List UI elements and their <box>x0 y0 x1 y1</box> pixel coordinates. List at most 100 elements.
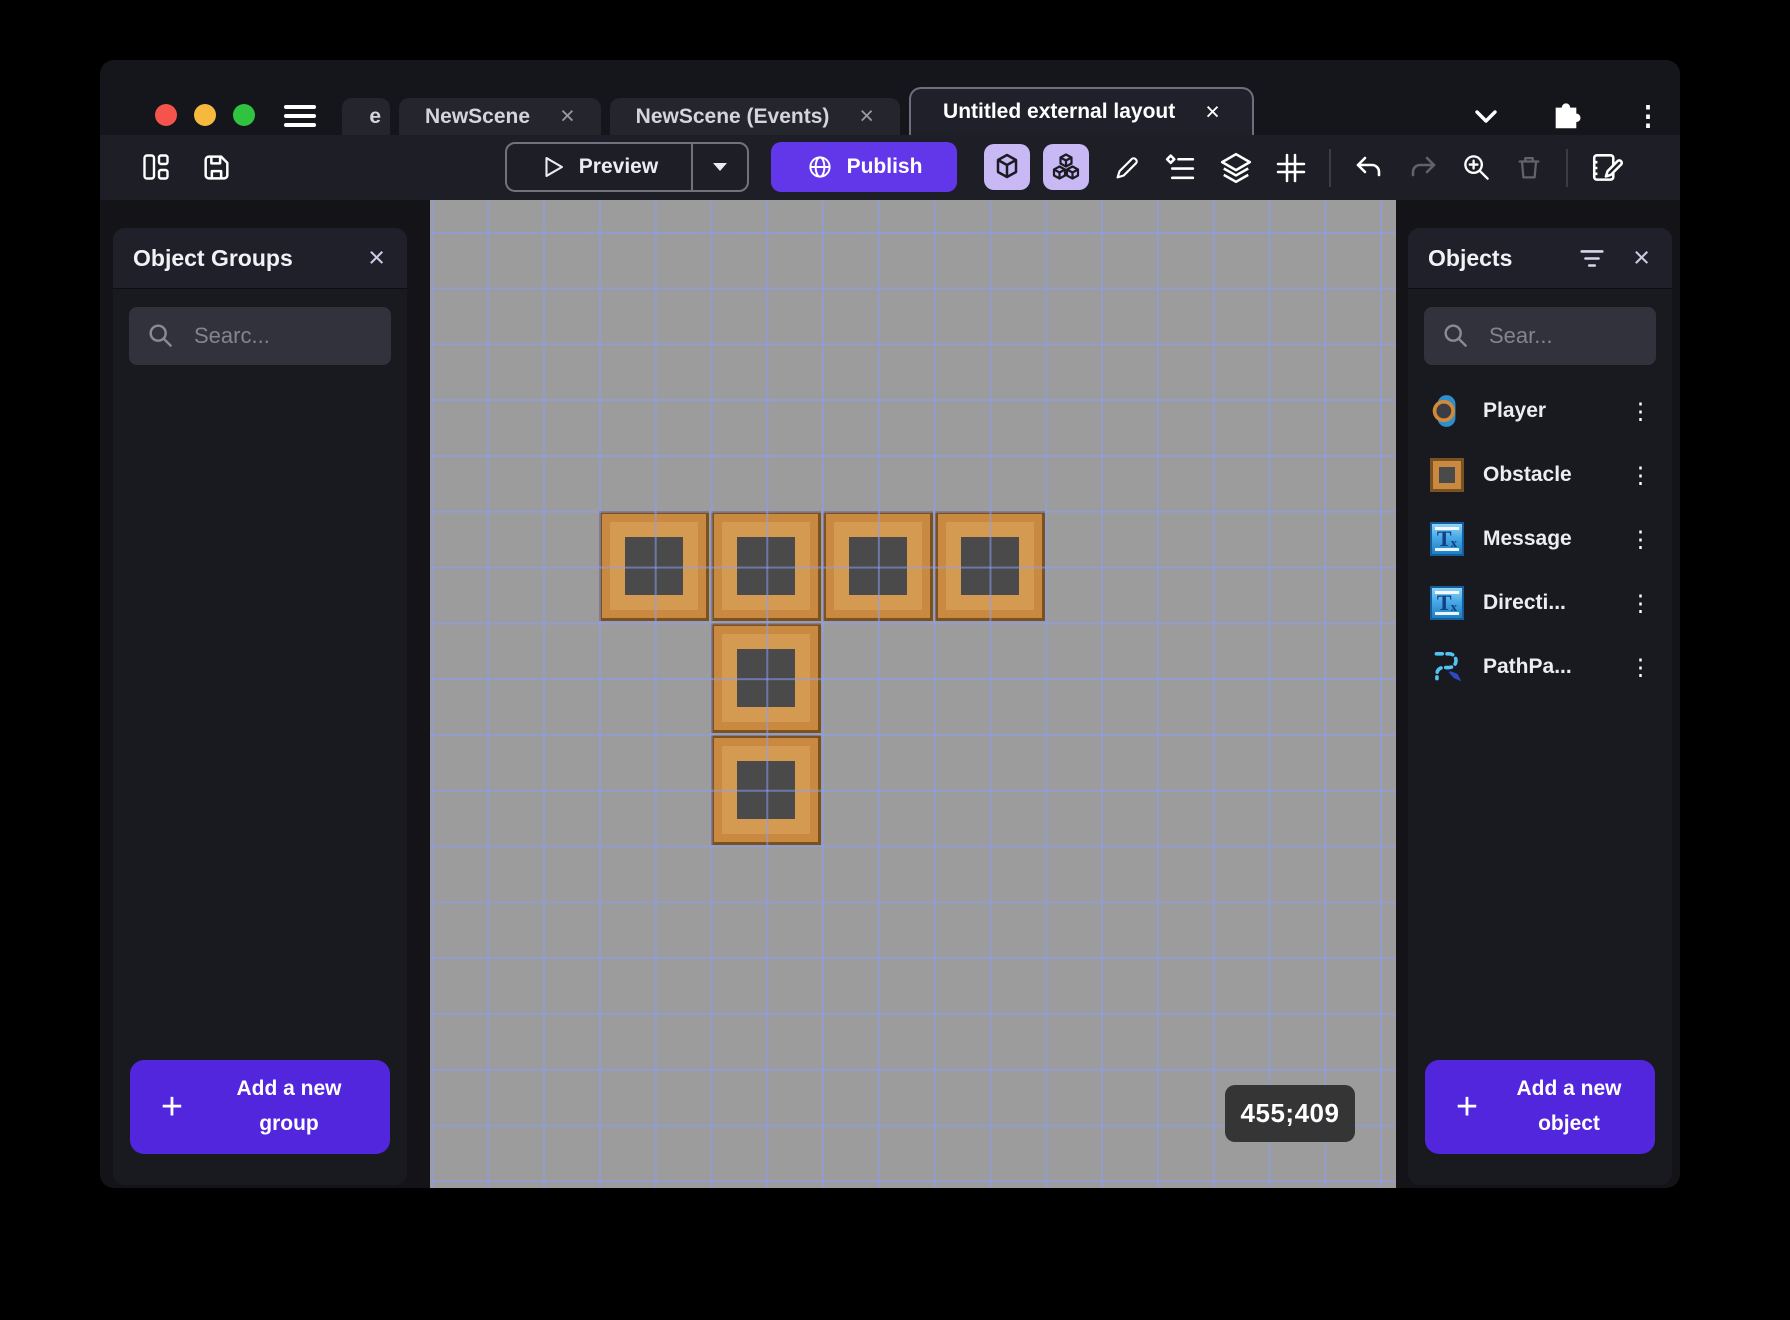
tab-bar: e NewScene × NewScene (Events) × Untitle… <box>342 87 1254 135</box>
delete-trash-icon[interactable] <box>1514 153 1544 183</box>
add-group-label-line1: Add a new <box>236 1077 342 1101</box>
text-object-icon: Tx <box>1430 586 1464 620</box>
save-icon[interactable] <box>200 151 233 184</box>
add-group-label-line2: group <box>259 1112 319 1135</box>
filter-icon[interactable] <box>1577 243 1607 273</box>
redo-icon[interactable] <box>1407 152 1439 184</box>
object-list-item[interactable]: PathPa... ⋮ <box>1408 635 1672 699</box>
object-list-item[interactable]: Tx Message ⋮ <box>1408 507 1672 571</box>
tab-label: NewScene (Events) <box>635 104 830 128</box>
chevron-down-icon[interactable] <box>1470 100 1502 132</box>
cursor-coordinates-badge: 455;409 <box>1225 1085 1355 1142</box>
more-options-kebab-icon[interactable]: ⋮ <box>1632 100 1664 132</box>
cube-icon <box>996 153 1018 179</box>
obstacle-icon <box>1430 458 1464 492</box>
globe-icon <box>808 156 831 178</box>
zoom-in-icon[interactable] <box>1461 152 1492 183</box>
add-object-label-line1: Add a new <box>1516 1077 1622 1101</box>
open-editors-panel-button[interactable] <box>140 151 172 183</box>
tab[interactable]: NewScene (Events) × <box>609 98 901 135</box>
render-mode-toggles <box>984 144 1089 190</box>
object-groups-search[interactable] <box>129 307 391 365</box>
tab-label: e <box>369 104 381 128</box>
obstacle-instance[interactable] <box>711 735 821 845</box>
obstacle-instance[interactable] <box>711 623 821 733</box>
publish-label: Publish <box>846 155 923 178</box>
edit-object-pencil-icon[interactable] <box>1112 153 1142 183</box>
player-icon <box>1432 395 1456 427</box>
object-groups-search-input[interactable] <box>192 322 374 350</box>
search-icon <box>1444 324 1468 348</box>
objects-panel: Objects × Player ⋮ Obstacle ⋮ <box>1408 228 1672 1185</box>
preview-button[interactable]: Preview <box>505 142 749 192</box>
minimize-window-button[interactable] <box>194 104 216 126</box>
add-group-button[interactable]: + Add a new group <box>130 1060 390 1154</box>
tab-label: NewScene <box>425 104 531 128</box>
preview-dropdown-button[interactable] <box>691 144 747 190</box>
objects-search[interactable] <box>1424 307 1656 365</box>
objects-search-input[interactable] <box>1487 322 1639 350</box>
play-icon <box>545 157 563 177</box>
add-object-button[interactable]: + Add a new object <box>1425 1060 1655 1154</box>
edit-scene-properties-icon[interactable] <box>1590 150 1626 186</box>
object-menu-kebab-icon[interactable]: ⋮ <box>1623 590 1658 617</box>
obstacle-instance[interactable] <box>823 511 933 621</box>
object-name: Message <box>1483 527 1572 550</box>
tab-close-icon[interactable]: × <box>859 104 874 129</box>
object-list-item[interactable]: Obstacle ⋮ <box>1408 443 1672 507</box>
object-name: Directi... <box>1483 591 1566 614</box>
object-groups-header: Object Groups × <box>113 228 407 289</box>
title-bar: e NewScene × NewScene (Events) × Untitle… <box>100 60 1680 135</box>
toolbar-divider <box>1566 148 1568 187</box>
objects-title: Objects <box>1428 244 1513 271</box>
object-menu-kebab-icon[interactable]: ⋮ <box>1623 654 1658 681</box>
object-name: Player <box>1483 399 1547 422</box>
objects-header: Objects × <box>1408 228 1672 289</box>
obstacle-instance[interactable] <box>935 511 1045 621</box>
main-menu-icon[interactable] <box>284 105 316 127</box>
object-groups-title: Object Groups <box>133 244 293 271</box>
close-objects-button[interactable]: × <box>1631 243 1652 273</box>
close-window-button[interactable] <box>155 104 177 126</box>
object-menu-kebab-icon[interactable]: ⋮ <box>1623 398 1658 425</box>
canvas-grid <box>430 200 1396 1188</box>
object-menu-kebab-icon[interactable]: ⋮ <box>1623 526 1658 553</box>
object-menu-kebab-icon[interactable]: ⋮ <box>1623 462 1658 489</box>
window-controls <box>155 104 255 126</box>
toolbar-icon-row <box>1112 135 1626 200</box>
objects-footer: + Add a new object <box>1408 1060 1672 1185</box>
close-object-groups-button[interactable]: × <box>366 243 387 273</box>
obstacle-instance[interactable] <box>599 511 709 621</box>
plus-icon: + <box>160 1086 184 1128</box>
preview-button-main[interactable]: Preview <box>507 144 691 190</box>
obstacle-instance[interactable] <box>711 511 821 621</box>
solid-view-toggle[interactable] <box>984 144 1030 190</box>
tab-close-icon[interactable]: × <box>560 104 575 129</box>
toolbar: Preview Publish <box>100 135 1680 200</box>
extensions-puzzle-icon[interactable] <box>1550 100 1582 132</box>
undo-icon[interactable] <box>1353 152 1385 184</box>
object-groups-list <box>113 379 407 1060</box>
layers-icon[interactable] <box>1219 151 1253 185</box>
caret-down-icon <box>713 163 727 171</box>
grid-icon[interactable] <box>1275 152 1307 184</box>
object-list-item[interactable]: Player ⋮ <box>1408 379 1672 443</box>
tab[interactable]: Untitled external layout × <box>909 87 1254 135</box>
toolbar-divider <box>1329 148 1331 187</box>
object-name: Obstacle <box>1483 463 1572 486</box>
zoom-window-button[interactable] <box>233 104 255 126</box>
object-groups-panel: Object Groups × + Add a new group <box>113 228 407 1185</box>
tab[interactable]: e <box>342 98 390 135</box>
scene-canvas[interactable]: 455;409 <box>430 200 1396 1188</box>
text-object-icon: Tx <box>1430 522 1464 556</box>
plus-icon: + <box>1455 1086 1479 1128</box>
tab[interactable]: NewScene × <box>399 98 601 135</box>
instances-view-toggle[interactable] <box>1043 144 1089 190</box>
gdevelop-window: e NewScene × NewScene (Events) × Untitle… <box>100 60 1680 1188</box>
tab-close-icon[interactable]: × <box>1205 99 1220 125</box>
instances-list-icon[interactable] <box>1164 151 1197 184</box>
desktop: e NewScene × NewScene (Events) × Untitle… <box>0 0 1790 1320</box>
object-list-item[interactable]: Tx Directi... ⋮ <box>1408 571 1672 635</box>
publish-button[interactable]: Publish <box>771 142 957 192</box>
cubes-stack-icon <box>1052 153 1080 180</box>
